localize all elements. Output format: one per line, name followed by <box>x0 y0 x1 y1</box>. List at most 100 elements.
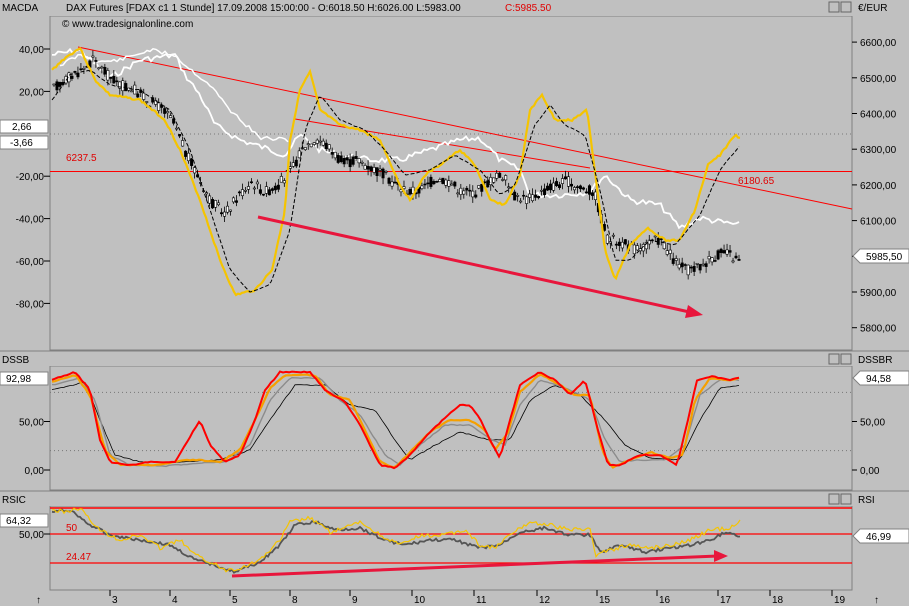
macd-tick-label: -40,00 <box>16 215 45 226</box>
candle-body <box>190 158 194 166</box>
candle-body <box>324 142 328 150</box>
candle-body <box>513 191 517 201</box>
candle-body <box>136 93 140 98</box>
candle-body <box>501 179 505 181</box>
candle-body <box>231 197 235 203</box>
candle-body <box>722 250 726 254</box>
candle-body <box>486 180 490 188</box>
candle-body <box>575 186 579 188</box>
candle-body <box>70 75 74 79</box>
candle-body <box>459 187 463 195</box>
rsi-plot-area[interactable] <box>49 505 853 591</box>
candle-body <box>348 159 352 168</box>
candle-body <box>234 200 238 203</box>
candle-body <box>279 176 283 183</box>
candle-body <box>220 212 224 215</box>
dssb-plot-area[interactable] <box>49 365 853 491</box>
candle-body <box>728 250 732 253</box>
candle-body <box>145 101 149 103</box>
candle-body <box>701 263 705 266</box>
svg-text:2,66: 2,66 <box>12 122 32 133</box>
candle-body <box>492 177 496 183</box>
candle-body <box>73 71 77 73</box>
candle-body <box>214 200 218 208</box>
candle-body <box>115 80 119 83</box>
svg-text:94,58: 94,58 <box>866 374 891 385</box>
candle-body <box>228 209 232 212</box>
candle-body <box>623 239 627 245</box>
price-tick-label: 6100,00 <box>860 217 897 228</box>
candle-body <box>211 199 215 209</box>
candle-body <box>561 178 565 184</box>
candle-body <box>369 166 373 172</box>
candle-body <box>725 249 729 255</box>
candle-body <box>698 264 702 271</box>
candle-body <box>480 184 484 192</box>
price-tick-label: 6500,00 <box>860 74 897 85</box>
candle-body <box>175 127 179 130</box>
candle-body <box>270 188 274 191</box>
dssbr-value-marker: 94,58 <box>852 370 909 386</box>
candle-body <box>208 195 212 204</box>
price-tick-label: 5800,00 <box>860 324 897 335</box>
candle-body <box>79 68 83 71</box>
svg-text:5985,50: 5985,50 <box>866 252 903 263</box>
rsi-panel-label: RSI <box>858 495 875 506</box>
candle-body <box>543 188 547 196</box>
candle-body <box>567 176 571 187</box>
candle-body <box>55 81 59 91</box>
candle-body <box>330 151 334 155</box>
rsic-panel-label: RSIC <box>2 495 26 506</box>
svg-text:64,32: 64,32 <box>6 516 31 527</box>
candle-body <box>184 150 188 157</box>
candle-body <box>372 167 376 173</box>
candle-body <box>121 80 125 92</box>
candle-body <box>587 185 591 195</box>
candle-body <box>255 181 259 185</box>
price-tick-label: 6400,00 <box>860 110 897 121</box>
candle-body <box>166 111 170 114</box>
candle-body <box>719 248 723 253</box>
candle-body <box>423 183 427 186</box>
price-tick-label: 5900,00 <box>860 288 897 299</box>
candle-body <box>471 190 475 198</box>
candle-body <box>282 180 286 184</box>
candle-body <box>635 245 639 251</box>
candle-body <box>435 180 439 183</box>
candle-body <box>393 181 397 184</box>
x-tick-label: 19 <box>834 595 846 606</box>
candle-body <box>516 195 520 197</box>
candle-body <box>94 60 98 62</box>
trading-chart: MACDA DAX Futures [FDAX c1 1 Stunde] 17.… <box>0 0 909 606</box>
candle-body <box>426 182 430 185</box>
candle-body <box>336 154 340 163</box>
candle-body <box>504 175 508 181</box>
close-price-text: C:5985.50 <box>505 3 552 14</box>
candle-body <box>734 255 738 259</box>
x-tick-label: 5 <box>232 595 238 606</box>
x-tick-label: 4 <box>172 595 178 606</box>
candle-body <box>366 165 370 170</box>
candle-body <box>157 101 161 111</box>
candle-body <box>58 82 62 87</box>
candle-body <box>525 196 529 204</box>
candle-body <box>273 185 277 191</box>
candle-body <box>519 200 523 203</box>
candle-body <box>462 190 466 195</box>
candle-body <box>363 165 367 170</box>
dss-right-tick-label: 50,00 <box>860 418 885 429</box>
level-6180-label: 6180.65 <box>738 176 775 187</box>
candle-body <box>695 262 699 265</box>
candle-body <box>564 176 568 180</box>
candle-body <box>477 185 481 189</box>
candle-body <box>692 266 696 272</box>
candle-body <box>109 76 113 79</box>
candle-body <box>181 140 185 147</box>
candle-body <box>537 196 541 199</box>
candle-body <box>632 244 636 255</box>
dss-left-tick-label: 50,00 <box>19 418 44 429</box>
candle-body <box>578 185 582 190</box>
candle-body <box>306 143 310 145</box>
chart-title: DAX Futures [FDAX c1 1 Stunde] 17.09.200… <box>66 3 461 14</box>
candle-body <box>584 191 588 194</box>
